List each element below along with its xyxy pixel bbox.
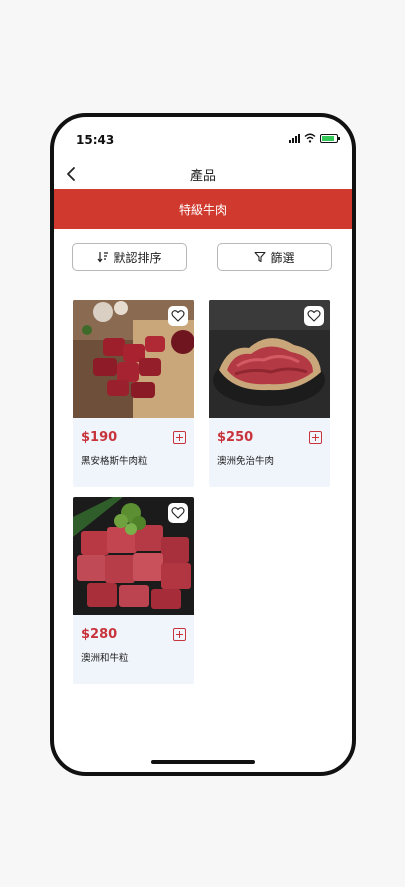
add-to-cart-button[interactable]: [173, 431, 186, 444]
status-bar: 15:43: [54, 117, 352, 159]
home-indicator[interactable]: [151, 760, 255, 764]
status-icons: [289, 133, 340, 143]
wifi-icon: [304, 133, 316, 143]
favorite-button[interactable]: [168, 503, 188, 523]
favorite-button[interactable]: [168, 306, 188, 326]
product-card[interactable]: $190 黑安格斯牛肉粒: [73, 300, 194, 487]
sort-label: 默認排序: [113, 250, 162, 265]
add-to-cart-button[interactable]: [309, 431, 322, 444]
funnel-icon: [254, 251, 267, 263]
signal-icon: [289, 133, 300, 143]
toolbar: 默認排序 篩選: [72, 243, 334, 271]
add-to-cart-button[interactable]: [173, 628, 186, 641]
battery-icon: [320, 133, 340, 143]
heart-icon: [171, 507, 185, 519]
page-title: 產品: [189, 169, 216, 184]
product-price: $280: [81, 627, 118, 642]
filter-label: 篩選: [270, 250, 295, 265]
product-card[interactable]: $280 澳洲和牛粒: [73, 497, 194, 684]
product-price: $190: [81, 430, 118, 445]
category-title: 特級牛肉: [178, 202, 227, 217]
phone-frame: 15:43 產品 特級牛肉 默認排序 篩選 $190 黑安格斯牛肉粒 $250 …: [50, 113, 356, 776]
product-price: $250: [217, 430, 254, 445]
filter-button[interactable]: 篩選: [217, 243, 332, 271]
product-card[interactable]: $250 澳洲免治牛肉: [209, 300, 330, 487]
favorite-button[interactable]: [304, 306, 324, 326]
nav-bar: 產品: [54, 159, 352, 189]
status-time: 15:43: [76, 133, 115, 147]
heart-icon: [307, 310, 321, 322]
product-name: 黑安格斯牛肉粒: [81, 456, 148, 467]
product-name: 澳洲和牛粒: [81, 653, 129, 664]
sort-button[interactable]: 默認排序: [72, 243, 187, 271]
category-banner: 特級牛肉: [54, 189, 352, 229]
product-name: 澳洲免治牛肉: [217, 456, 275, 467]
heart-icon: [171, 310, 185, 322]
sort-down-icon: [98, 252, 109, 263]
